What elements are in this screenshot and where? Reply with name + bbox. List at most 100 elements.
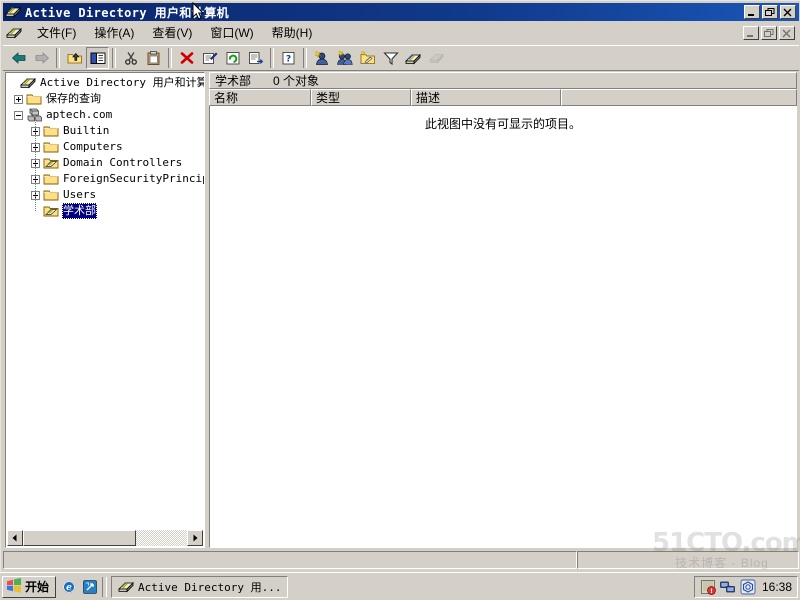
- status-main-panel: [3, 551, 577, 569]
- menu-window[interactable]: 窗口(W): [201, 22, 262, 43]
- scroll-left-button[interactable]: [7, 530, 23, 546]
- taskbar-button-adusers[interactable]: Active Directory 用...: [111, 575, 289, 598]
- details-header-title: 学术部: [215, 74, 252, 88]
- vmware-tools-icon[interactable]: [740, 579, 756, 595]
- quick-launch-bar: e: [61, 579, 98, 595]
- forward-icon: [30, 47, 53, 69]
- client-area: Active Directory 用户和计算机 保存的查询 aptech.com…: [5, 72, 797, 548]
- folder-icon-computers: [43, 139, 59, 155]
- security-alert-icon[interactable]: !: [700, 579, 716, 595]
- menu-file[interactable]: 文件(F): [28, 22, 85, 43]
- scroll-thumb[interactable]: [23, 530, 136, 546]
- column-description[interactable]: 描述: [411, 89, 561, 106]
- show-desktop-icon[interactable]: [82, 579, 98, 595]
- details-header: 学术部 0 个对象: [209, 72, 797, 89]
- cut-icon[interactable]: [119, 47, 142, 69]
- export-list-icon[interactable]: [244, 47, 267, 69]
- restore-button[interactable]: [762, 5, 778, 19]
- ou-folder-icon: [43, 155, 59, 171]
- snapin-book-icon-menu: [6, 25, 22, 41]
- toolbar: ?: [3, 45, 799, 71]
- expander-saved-queries[interactable]: [14, 94, 23, 104]
- desktop: Active Directory 用户和计算机 文件(F) 操作(A) 查看(V…: [0, 0, 800, 600]
- network-connection-icon[interactable]: [720, 579, 736, 595]
- properties-icon[interactable]: [198, 47, 221, 69]
- find-icon[interactable]: [402, 47, 425, 69]
- folder-icon-builtin: [43, 123, 59, 139]
- list-body[interactable]: 此视图中没有可显示的项目。: [209, 106, 797, 548]
- tree-node-saved-queries[interactable]: 保存的查询: [6, 91, 204, 107]
- tree-horizontal-scrollbar[interactable]: [7, 530, 203, 546]
- tree-label-foreign-security-principals: ForeignSecurityPrincipal: [63, 172, 204, 185]
- console-tree-pane[interactable]: Active Directory 用户和计算机 保存的查询 aptech.com…: [5, 72, 205, 548]
- copy-icon[interactable]: [142, 47, 165, 69]
- svg-text:!: !: [710, 587, 713, 595]
- back-icon[interactable]: [7, 47, 30, 69]
- scroll-right-button[interactable]: [187, 530, 203, 546]
- snapin-book-icon-tree: [20, 75, 36, 91]
- mdi-restore-button[interactable]: [761, 25, 777, 40]
- toolbar-separator-5: [303, 48, 307, 68]
- scroll-track[interactable]: [23, 530, 187, 546]
- minimize-button[interactable]: [744, 5, 760, 19]
- svg-text:e: e: [66, 583, 72, 593]
- clock[interactable]: 16:38: [762, 580, 792, 594]
- menu-bar: 文件(F) 操作(A) 查看(V) 窗口(W) 帮助(H): [3, 22, 799, 43]
- tree-node-root[interactable]: Active Directory 用户和计算机: [6, 75, 204, 91]
- windows-flag-icon: [6, 577, 22, 596]
- console-tree: Active Directory 用户和计算机 保存的查询 aptech.com…: [6, 75, 204, 219]
- status-bar: [3, 550, 799, 570]
- tree-label-users: Users: [63, 188, 97, 201]
- start-button[interactable]: 开始: [2, 575, 57, 598]
- taskbar: 开始 e Active Directory 用... ! 16:38: [0, 572, 800, 600]
- details-pane: 学术部 0 个对象 名称 类型 描述 此视图中没有可显示的项目。: [209, 72, 797, 548]
- column-name[interactable]: 名称: [209, 89, 311, 106]
- snapin-book-icon-taskbar: [118, 579, 134, 595]
- toolbar-separator-2: [112, 48, 116, 68]
- menu-action[interactable]: 操作(A): [85, 22, 143, 43]
- column-type[interactable]: 类型: [311, 89, 411, 106]
- folder-icon-users: [43, 187, 59, 203]
- tree-label-computers: Computers: [63, 140, 123, 153]
- menu-help[interactable]: 帮助(H): [263, 22, 322, 43]
- start-label: 开始: [25, 580, 50, 594]
- taskbar-divider: [102, 576, 108, 597]
- folder-icon: [26, 91, 42, 107]
- tree-label-xueshubu: 学术部: [62, 203, 97, 219]
- menu-view[interactable]: 查看(V): [143, 22, 201, 43]
- svg-text:?: ?: [285, 54, 290, 64]
- toolbar-separator-1: [56, 48, 60, 68]
- expander-root: [8, 79, 17, 88]
- new-group-icon[interactable]: [333, 47, 356, 69]
- new-user-icon[interactable]: [310, 47, 333, 69]
- new-ou-icon[interactable]: [356, 47, 379, 69]
- ou-folder-icon-xueshubu: [43, 203, 59, 219]
- close-button[interactable]: [780, 5, 796, 19]
- tree-label-root: Active Directory 用户和计算机: [40, 76, 205, 89]
- mdi-close-button[interactable]: [779, 25, 795, 40]
- toolbar-separator-4: [270, 48, 274, 68]
- taskbar-button-label: Active Directory 用...: [138, 580, 282, 594]
- expander-domain[interactable]: [14, 110, 23, 120]
- up-one-level-icon[interactable]: [63, 47, 86, 69]
- internet-explorer-icon[interactable]: e: [61, 579, 77, 595]
- tree-label-builtin: Builtin: [63, 124, 110, 137]
- help-icon[interactable]: ?: [277, 47, 300, 69]
- window-title: Active Directory 用户和计算机: [25, 5, 230, 20]
- mdi-minimize-button[interactable]: [743, 25, 759, 40]
- refresh-icon[interactable]: [221, 47, 244, 69]
- delete-icon[interactable]: [175, 47, 198, 69]
- disabled-tool-icon: [425, 47, 448, 69]
- mdi-child-controls: [743, 25, 795, 40]
- tree-label-saved-queries: 保存的查询: [46, 92, 101, 105]
- snapin-book-icon: [5, 4, 21, 20]
- list-column-headers: 名称 类型 描述: [209, 89, 797, 106]
- column-filler[interactable]: [561, 89, 797, 106]
- show-hide-tree-icon[interactable]: [86, 47, 109, 69]
- application-window: Active Directory 用户和计算机 文件(F) 操作(A) 查看(V…: [0, 0, 800, 572]
- filter-icon[interactable]: [379, 47, 402, 69]
- details-header-count: 0 个对象: [273, 74, 320, 88]
- domain-icon: [26, 107, 42, 123]
- title-bar[interactable]: Active Directory 用户和计算机: [3, 3, 799, 21]
- window-controls: [744, 5, 796, 19]
